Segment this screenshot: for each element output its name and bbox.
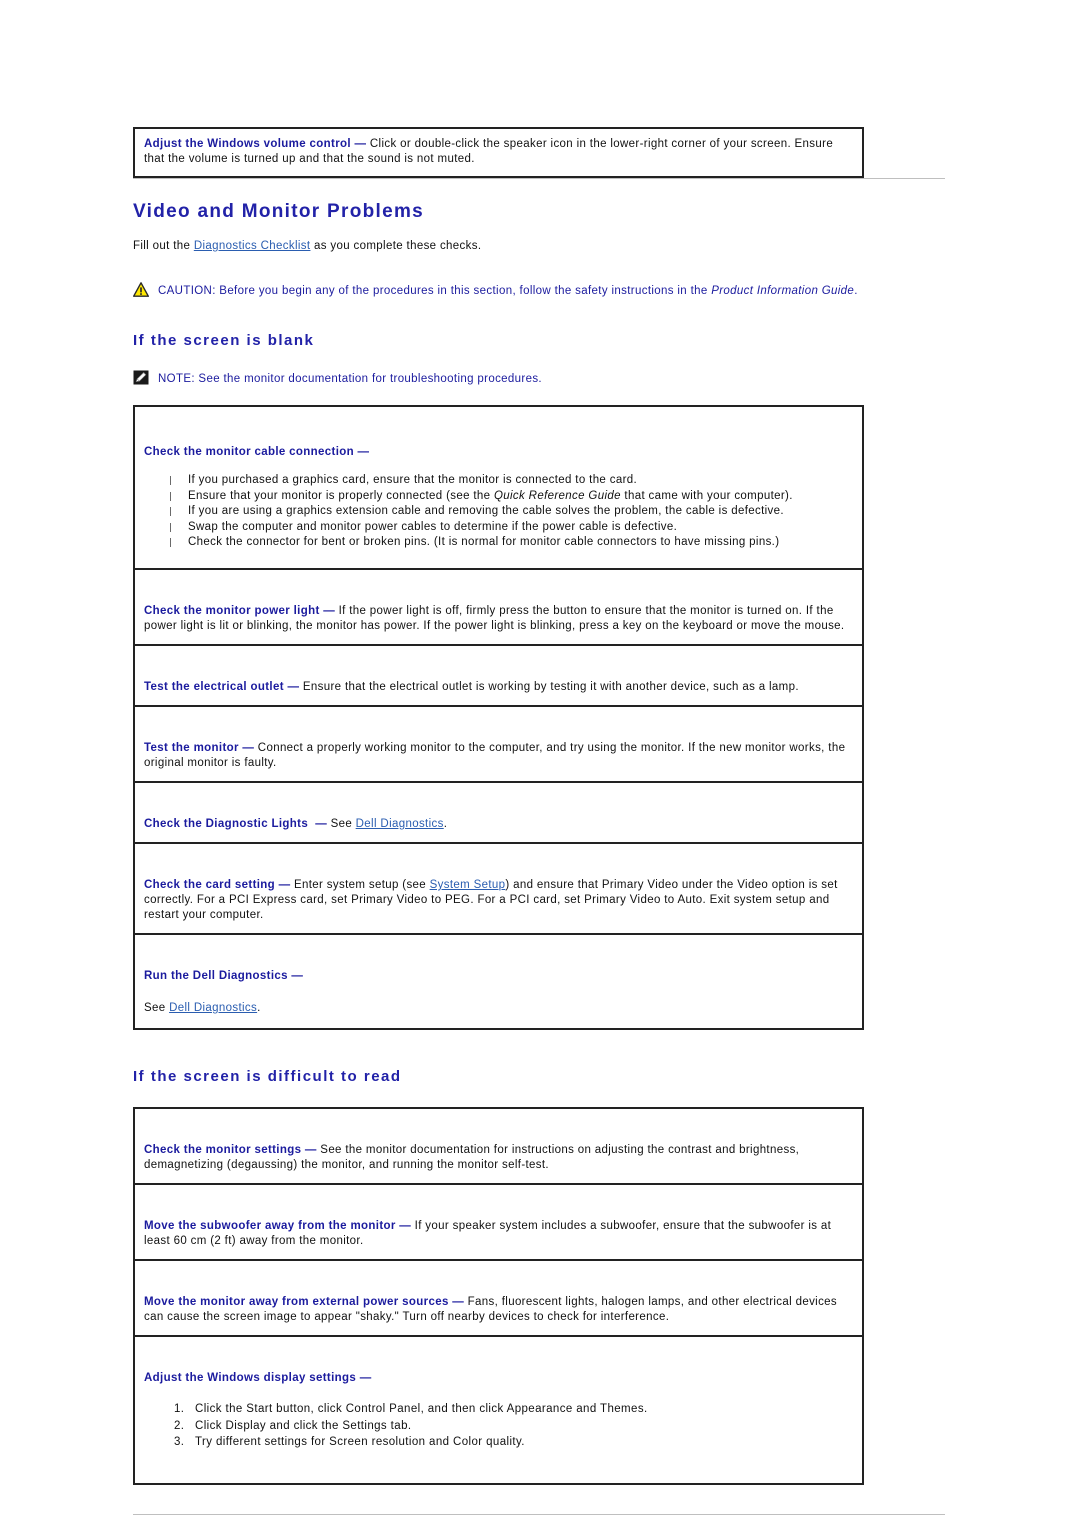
table-cell: Check the card setting — Enter system se… — [133, 842, 864, 935]
table-row: Check the monitor settings — See the mon… — [133, 1107, 864, 1185]
table-row: Check the card setting — Enter system se… — [133, 842, 864, 935]
row-dash: — — [287, 681, 300, 693]
numbered-list: Click the Start button, click Control Pa… — [144, 1401, 853, 1451]
table-row: Test the electrical outlet — Ensure that… — [133, 644, 864, 707]
link-diagnostics-checklist[interactable]: Diagnostics Checklist — [194, 240, 311, 252]
table-row: Move the subwoofer away from the monitor… — [133, 1183, 864, 1261]
row-lead: Test the monitor — [144, 742, 239, 754]
row-lead: Move the subwoofer away from the monitor — [144, 1220, 396, 1232]
row-lead: Test the electrical outlet — [144, 681, 284, 693]
warning-triangle-icon — [133, 282, 149, 297]
table-cell: Check the Diagnostic Lights — See Dell D… — [133, 781, 864, 844]
intro-text-before: Fill out the — [133, 240, 194, 252]
caution-notice: CAUTION: Before you begin any of the pro… — [133, 282, 950, 299]
caution-label: CAUTION: — [158, 285, 216, 297]
row-dash: — — [399, 1220, 412, 1232]
link-system-setup[interactable]: System Setup — [430, 879, 506, 891]
link-dell-diagnostics[interactable]: Dell Diagnostics — [356, 818, 444, 830]
pencil-note-icon — [133, 370, 149, 385]
subsection-title-blank: If the screen is blank — [133, 332, 315, 349]
row-lead: Check the Diagnostic Lights — [144, 818, 309, 830]
table-cell: Run the Dell Diagnostics — See Dell Diag… — [133, 933, 864, 1030]
document-content: Adjust the Windows volume control — Clic… — [133, 0, 950, 1515]
divider-top — [133, 178, 945, 179]
table-cell: Check the monitor cable connection — If … — [133, 405, 864, 570]
table-row: Run the Dell Diagnostics — See Dell Diag… — [133, 933, 864, 1030]
row-lead: Adjust the Windows display settings — [144, 1372, 357, 1384]
row-heading: Check the monitor cable connection — — [144, 445, 853, 460]
intro-text-after: as you complete these checks. — [310, 240, 482, 252]
page-title: Video and Monitor Problems — [133, 201, 425, 222]
table-cell: Adjust the Windows display settings — Cl… — [133, 1335, 864, 1485]
note-notice: NOTE: See the monitor documentation for … — [133, 370, 950, 387]
row-lead: Check the card setting — [144, 879, 276, 891]
bullet-list: If you purchased a graphics card, ensure… — [144, 473, 853, 550]
table-cell: Check the monitor power light — If the p… — [133, 568, 864, 646]
table-row: Test the monitor — Connect a properly wo… — [133, 705, 864, 783]
row-tail: . — [443, 818, 448, 830]
callout-adjust-volume: Adjust the Windows volume control — Clic… — [133, 127, 864, 178]
table-row: Check the monitor cable connection — If … — [133, 405, 864, 570]
note-label: NOTE: — [158, 373, 195, 385]
intro-paragraph: Fill out the Diagnostics Checklist as yo… — [133, 239, 950, 254]
list-item: Click the Start button, click Control Pa… — [188, 1401, 853, 1418]
row-dash: — — [278, 879, 291, 891]
table-cell: Move the subwoofer away from the monitor… — [133, 1183, 864, 1261]
list-item: Check the connector for bent or broken p… — [166, 535, 853, 550]
subsection-title-difficult: If the screen is difficult to read — [133, 1068, 402, 1085]
row-dash: — — [315, 818, 328, 830]
row-dash: — — [242, 742, 255, 754]
divider-bottom — [133, 1513, 945, 1515]
row-dash: — — [357, 446, 370, 458]
checks-table-blank: Check the monitor cable connection — If … — [133, 405, 864, 1030]
row-lead: Check the monitor cable connection — [144, 446, 354, 458]
row-dash: — — [359, 1372, 372, 1384]
list-item: If you are using a graphics extension ca… — [166, 504, 853, 519]
callout-dash: — — [354, 138, 367, 150]
caution-text: CAUTION: Before you begin any of the pro… — [158, 282, 858, 299]
list-item: If you purchased a graphics card, ensure… — [166, 473, 853, 488]
list-item: Ensure that your monitor is properly con… — [166, 489, 853, 504]
row-lead: Check the monitor power light — [144, 605, 320, 617]
note-text: NOTE: See the monitor documentation for … — [158, 370, 542, 387]
table-cell: Test the electrical outlet — Ensure that… — [133, 644, 864, 707]
table-cell: Move the monitor away from external powe… — [133, 1259, 864, 1337]
caution-tail: . — [854, 285, 858, 297]
caution-italic: Product Information Guide — [711, 285, 855, 297]
see-tail: . — [257, 1002, 261, 1014]
caution-body: Before you begin any of the procedures i… — [215, 285, 712, 297]
row-see-line: See Dell Diagnostics. — [144, 1001, 853, 1016]
row-dash: — — [452, 1296, 465, 1308]
row-dash: — — [323, 605, 336, 617]
row-heading: Adjust the Windows display settings — — [144, 1371, 853, 1386]
row-lead: Check the monitor settings — [144, 1144, 302, 1156]
checks-table-difficult: Check the monitor settings — See the mon… — [133, 1107, 864, 1485]
table-row: Check the monitor power light — If the p… — [133, 568, 864, 646]
note-body: See the monitor documentation for troubl… — [194, 373, 542, 385]
row-dash: — — [291, 970, 304, 982]
row-text: Enter system setup (see — [290, 879, 430, 891]
italic-title: Quick Reference Guide — [493, 489, 621, 502]
row-text: Ensure that the electrical outlet is wor… — [299, 681, 799, 693]
table-row: Adjust the Windows display settings — Cl… — [133, 1335, 864, 1485]
table-cell: Test the monitor — Connect a properly wo… — [133, 705, 864, 783]
table-row: Check the Diagnostic Lights — See Dell D… — [133, 781, 864, 844]
row-text: See — [327, 818, 356, 830]
list-item: Try different settings for Screen resolu… — [188, 1434, 853, 1451]
row-lead: Move the monitor away from external powe… — [144, 1296, 449, 1308]
row-dash: — — [304, 1144, 317, 1156]
link-dell-diagnostics[interactable]: Dell Diagnostics — [169, 1002, 257, 1014]
table-row: Move the monitor away from external powe… — [133, 1259, 864, 1337]
see-prefix: See — [144, 1002, 170, 1014]
table-cell: Check the monitor settings — See the mon… — [133, 1107, 864, 1185]
callout-lead: Adjust the Windows volume control — [144, 138, 351, 150]
row-heading: Run the Dell Diagnostics — — [144, 969, 853, 984]
list-item: Click Display and click the Settings tab… — [188, 1418, 853, 1435]
document-page: Adjust the Windows volume control — Clic… — [0, 0, 1080, 1515]
list-item: Swap the computer and monitor power cabl… — [166, 520, 853, 535]
row-lead: Run the Dell Diagnostics — [144, 970, 288, 982]
